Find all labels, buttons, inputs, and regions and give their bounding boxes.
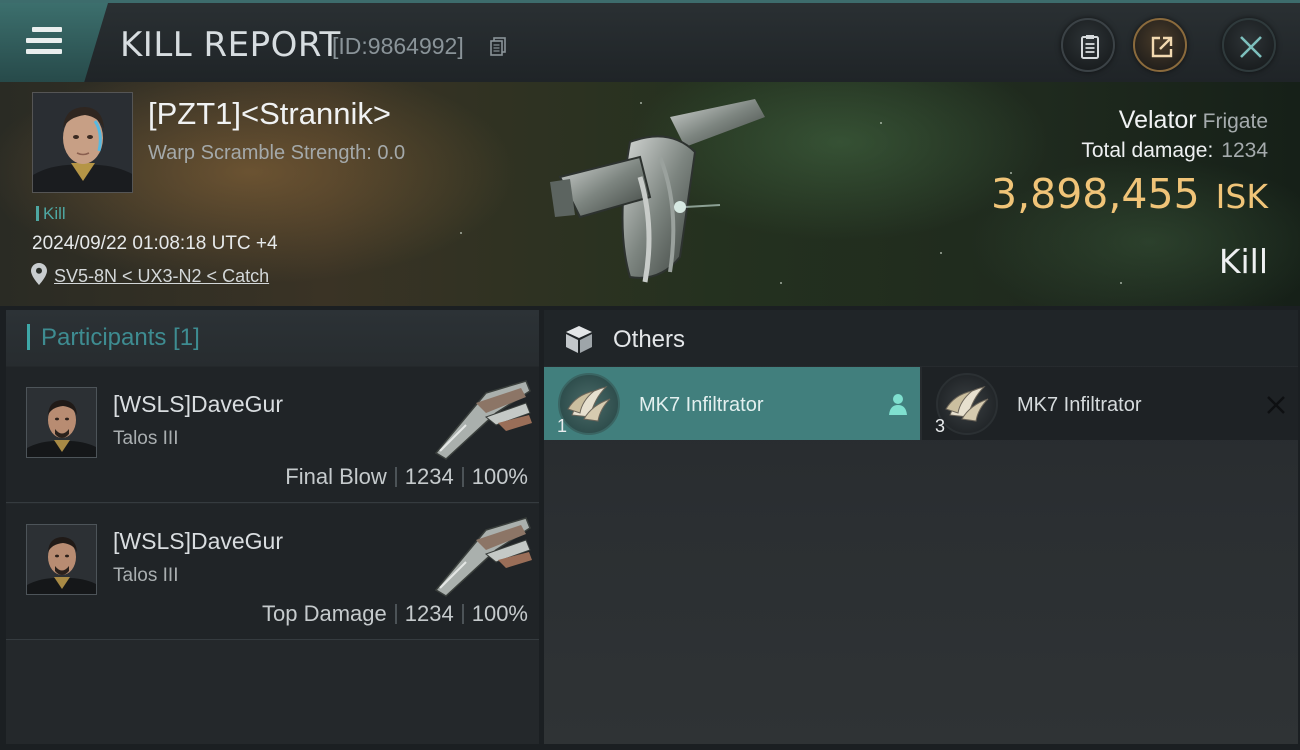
clipboard-icon <box>1081 35 1099 59</box>
participant-row[interactable]: [WSLS]DaveGur Talos III Top Damage 1234 10… <box>6 504 539 640</box>
participant-stats: Top Damage 1234 100% <box>262 601 528 627</box>
share-icon <box>1151 36 1173 58</box>
participants-heading: Participants [1] <box>41 324 200 351</box>
total-damage-label: Total damage: <box>1081 139 1214 162</box>
victim-ship-class: Frigate <box>1202 110 1268 133</box>
participant-stats: Final Blow 1234 100% <box>285 464 528 490</box>
item-card[interactable]: 1 MK7 Infiltrator <box>544 367 920 440</box>
participant-name[interactable]: [WSLS]DaveGur <box>113 528 283 555</box>
person-icon <box>889 394 907 415</box>
kill-datetime: 2024/09/22 01:08:18 UTC +4 <box>32 233 278 254</box>
title-bar: KILL REPORT [ID:9864992] <box>0 0 1300 82</box>
item-name: MK7 Infiltrator <box>1017 394 1142 416</box>
hamburger-icon <box>26 27 62 55</box>
participant-damage: 1234 <box>404 464 454 489</box>
item-quantity: 3 <box>935 416 946 436</box>
total-damage: Total damage: 1234 <box>1081 139 1268 163</box>
total-damage-value: 1234 <box>1221 139 1268 162</box>
others-heading: Others <box>613 326 686 353</box>
isk-value-line: 3,898,455 ISK <box>991 170 1268 218</box>
close-icon <box>1240 36 1262 58</box>
victim-ship-line: Velator Frigate <box>1119 106 1268 135</box>
participant-ship-image <box>434 517 532 597</box>
victim-avatar[interactable] <box>32 92 133 193</box>
victim-ship-image <box>550 99 765 283</box>
close-button[interactable] <box>1222 18 1276 72</box>
participant-percent: 100% <box>471 601 528 626</box>
participant-ship-image <box>434 380 532 460</box>
destroyed-x-icon <box>1267 396 1285 414</box>
participant-avatar[interactable] <box>26 524 97 595</box>
participant-name[interactable]: [WSLS]DaveGur <box>113 391 283 418</box>
drone-item-icon <box>558 373 620 435</box>
item-name: MK7 Infiltrator <box>639 394 764 416</box>
victim-name[interactable]: [PZT1]<Strannik> <box>148 96 391 132</box>
isk-amount: 3,898,455 <box>991 170 1200 218</box>
drone-item-icon <box>936 373 998 435</box>
copy-icon[interactable] <box>490 37 506 56</box>
menu-button[interactable] <box>0 3 108 82</box>
location-pin-icon <box>31 263 47 285</box>
item-quantity: 1 <box>557 416 568 436</box>
location-link[interactable]: SV5-8N < UX3-N2 < Catch <box>54 266 269 287</box>
warp-scramble-strength: Warp Scramble Strength: 0.0 <box>148 142 406 164</box>
participant-role: Top Damage <box>262 601 387 626</box>
participant-ship: Talos III <box>113 428 179 449</box>
others-header: Others <box>544 310 1298 366</box>
participant-damage: 1234 <box>404 601 454 626</box>
participant-row[interactable]: [WSLS]DaveGur Talos III Final Blow 1234 10… <box>6 367 539 503</box>
share-button[interactable] <box>1133 18 1187 72</box>
participant-avatar[interactable] <box>26 387 97 458</box>
others-panel: Others 1 MK7 Infiltrator 3 MK7 Infiltrat… <box>544 310 1298 744</box>
participants-header[interactable]: Participants [1] <box>6 310 539 366</box>
cube-icon <box>566 326 592 353</box>
participant-ship: Talos III <box>113 565 179 586</box>
participant-role: Final Blow <box>285 464 387 489</box>
participant-percent: 100% <box>471 464 528 489</box>
item-card[interactable]: 3 MK7 Infiltrator <box>922 367 1298 440</box>
kill-tag-label: Kill <box>43 204 66 223</box>
page-title: KILL REPORT <box>120 25 341 65</box>
clipboard-button[interactable] <box>1061 18 1115 72</box>
victim-hero: [PZT1]<Strannik> Warp Scramble Strength:… <box>0 82 1300 306</box>
result-label: Kill <box>1218 242 1268 281</box>
participants-panel: Participants [1] [WSLS]DaveGur Talos III <box>6 310 539 744</box>
isk-unit: ISK <box>1215 177 1268 216</box>
victim-ship-name[interactable]: Velator <box>1119 106 1197 134</box>
report-id: [ID:9864992] <box>332 33 464 59</box>
kill-tag: Kill <box>36 204 66 224</box>
